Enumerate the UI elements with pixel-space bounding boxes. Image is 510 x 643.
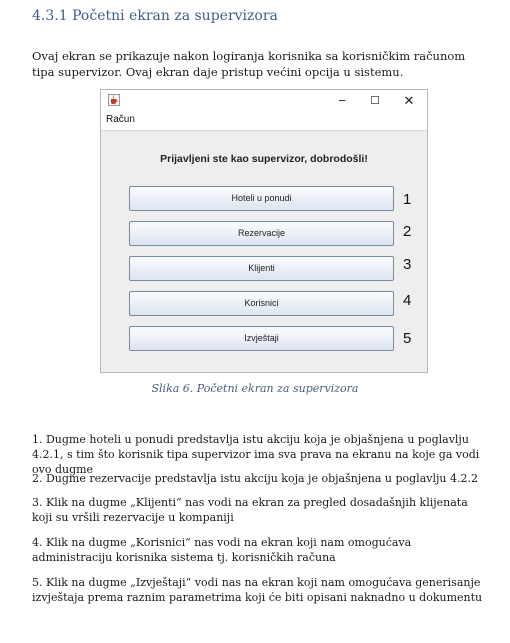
list-item: 4. Klik na dugme „Korisnici“ nas vodi na…	[32, 536, 412, 564]
close-button[interactable]: ✕	[394, 91, 424, 111]
menu-item-racun[interactable]: Račun	[106, 114, 135, 125]
welcome-message: Prijavljeni ste kao supervizor, dobrodoš…	[160, 153, 368, 165]
callout-number: 1	[403, 191, 412, 208]
klijenti-button[interactable]: Klijenti	[129, 256, 394, 281]
callout-number: 2	[403, 223, 412, 240]
callout-number: 4	[403, 292, 412, 309]
list-item: 2. Dugme rezervacije predstavlja istu ak…	[32, 472, 478, 485]
callout-number: 5	[403, 330, 412, 347]
list-item: 5. Klik na dugme „Izvještaji“ vodi nas n…	[32, 576, 483, 604]
list-item: 3. Klik na dugme „Klijenti“ nas vodi na …	[32, 496, 468, 524]
izvjestaji-button[interactable]: Izvještaji	[129, 326, 394, 351]
section-heading: 4.3.1 Početni ekran za supervizora	[32, 8, 278, 24]
korisnici-button[interactable]: Korisnici	[129, 291, 394, 316]
hoteli-button[interactable]: Hoteli u ponudi	[129, 186, 394, 211]
figure-caption: Slika 6. Početni ekran za supervizora	[151, 382, 359, 395]
java-cup-icon	[108, 94, 120, 106]
intro-paragraph: Ovaj ekran se prikazuje nakon logiranja …	[32, 49, 466, 79]
rezervacije-button[interactable]: Rezervacije	[129, 221, 394, 246]
app-window: − ☐ ✕ Račun Prijavljeni ste kao superviz…	[100, 89, 428, 373]
maximize-button[interactable]: ☐	[360, 91, 390, 111]
callout-number: 3	[403, 256, 412, 273]
title-bar: − ☐ ✕	[101, 90, 427, 112]
minimize-button[interactable]: −	[327, 91, 357, 111]
menu-bar: Račun	[101, 112, 427, 131]
